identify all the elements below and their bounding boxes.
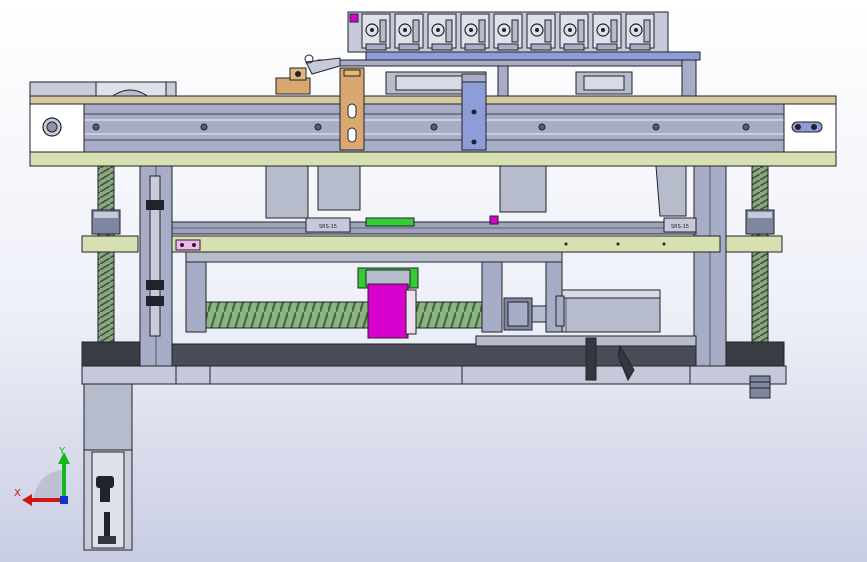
cylinder-handle-icon [96, 476, 114, 488]
triad-y-label: Y [58, 446, 66, 457]
main-beam [29, 95, 837, 167]
gripper-module [625, 13, 655, 51]
gripper-mount-plate [365, 51, 701, 61]
lift-plate [81, 235, 783, 253]
triad-z-axis [60, 496, 68, 504]
magenta-marker [349, 13, 359, 23]
beam-bolt [314, 123, 322, 131]
gripper-module [361, 13, 391, 51]
gripper-head [347, 11, 701, 61]
ball-screw-shaft [205, 301, 483, 329]
left-lead-screw [91, 165, 121, 347]
coordinate-triad: Y X [14, 446, 70, 506]
gripper-module [427, 13, 457, 51]
beam-bolt [742, 123, 750, 131]
upper-bracket [317, 59, 697, 97]
triad-x-label: X [14, 488, 21, 499]
right-lead-screw [745, 165, 775, 347]
beam-bolt [430, 123, 438, 131]
gripper-module [559, 13, 589, 51]
gripper-module [394, 13, 424, 51]
gripper-module [592, 13, 622, 51]
triad-xy-plane [34, 470, 64, 500]
beam-bottom-rail [29, 151, 837, 167]
lower-cylinder [83, 383, 133, 551]
right-guide-block-label: SRS-15 [671, 224, 689, 230]
base-frame [81, 335, 787, 399]
cylinder-clamp [275, 54, 341, 95]
screw-nut-magenta [367, 283, 409, 339]
beam-top-rail [29, 95, 837, 105]
servo-motor [555, 289, 661, 333]
gripper-module [493, 13, 523, 51]
beam-bolt [652, 123, 660, 131]
linear-guide: SRS-15 SRS-15 [171, 215, 697, 235]
cad-assembly-drawing: SRS-15 SRS-15 Y X [14, 11, 837, 551]
beam-bolt [538, 123, 546, 131]
beam-bolt [200, 123, 208, 131]
gripper-row [361, 13, 655, 51]
left-guide-block-label: SRS-15 [319, 224, 337, 230]
gripper-module [526, 13, 556, 51]
blue-carriage [461, 73, 487, 151]
beam-bolt [92, 123, 100, 131]
gripper-module [460, 13, 490, 51]
orange-carriage [339, 67, 365, 151]
ball-screw-assembly [185, 251, 563, 339]
